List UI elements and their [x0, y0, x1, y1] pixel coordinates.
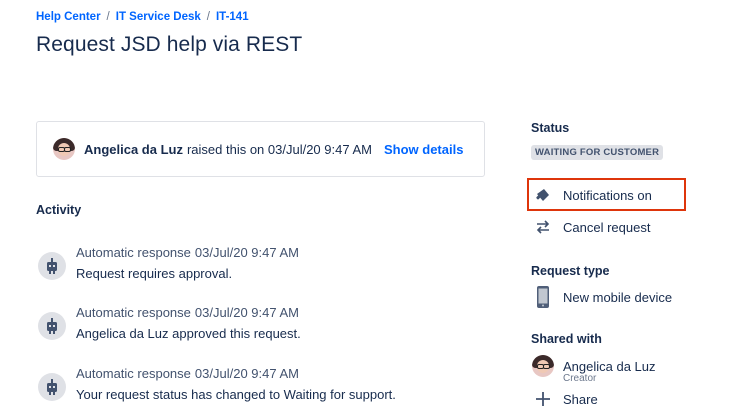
activity-text: Your request status has changed to Waiti…	[76, 387, 396, 402]
activity-time: 03/Jul/20 9:47 AM	[194, 245, 299, 260]
mobile-phone-icon	[533, 285, 553, 309]
activity-time: 03/Jul/20 9:47 AM	[194, 366, 299, 381]
activity-text: Request requires approval.	[76, 266, 233, 281]
activity-item: Automatic response 03/Jul/20 9:47 AM Requ…	[36, 245, 476, 289]
cancel-request-label: Cancel request	[563, 219, 651, 235]
plus-icon	[533, 391, 553, 407]
raised-info: Angelica da Luz raised this on 03/Jul/20…	[84, 142, 372, 157]
status-badge: WAITING FOR CUSTOMER	[531, 145, 664, 160]
activity-author: Automatic response	[76, 245, 191, 260]
robot-icon	[38, 312, 66, 340]
status-heading: Status	[531, 121, 570, 135]
request-summary-box: Angelica da Luz raised this on 03/Jul/20…	[36, 121, 485, 177]
shared-user-role: Creator	[563, 373, 597, 384]
breadcrumb-it-service-desk[interactable]: IT Service Desk	[116, 11, 201, 23]
cancel-request-button[interactable]: Cancel request	[533, 219, 650, 235]
raised-text: raised this on 03/Jul/20 9:47 AM	[186, 141, 372, 157]
robot-icon	[38, 252, 66, 280]
breadcrumb-separator: /	[206, 11, 210, 23]
megaphone-icon	[533, 187, 553, 203]
breadcrumb: Help Center / IT Service Desk / IT-141	[36, 11, 249, 23]
activity-time: 03/Jul/20 9:47 AM	[194, 305, 299, 320]
swap-arrows-icon	[533, 219, 553, 235]
breadcrumb-separator: /	[106, 11, 110, 23]
avatar	[53, 138, 75, 160]
activity-item: Automatic response 03/Jul/20 9:47 AM Ange…	[36, 305, 476, 349]
show-details-link[interactable]: Show details	[384, 142, 463, 157]
activity-author: Automatic response	[76, 366, 191, 381]
reporter-name: Angelica da Luz	[84, 141, 183, 157]
activity-item: Automatic response 03/Jul/20 9:47 AM Your…	[36, 366, 476, 410]
request-type-heading: Request type	[531, 264, 610, 278]
activity-author: Automatic response	[76, 305, 191, 320]
breadcrumb-help-center[interactable]: Help Center	[36, 11, 101, 23]
request-type-value: New mobile device	[533, 285, 672, 309]
page-title: Request JSD help via REST	[36, 33, 303, 56]
shared-with-heading: Shared with	[531, 332, 602, 346]
notifications-label: Notifications on	[563, 187, 652, 203]
shared-user-name: Angelica da Luz	[563, 358, 656, 374]
share-label: Share	[563, 391, 598, 407]
request-type-label: New mobile device	[563, 289, 673, 305]
breadcrumb-issue-key[interactable]: IT-141	[216, 11, 249, 23]
robot-icon	[38, 373, 66, 401]
activity-text: Angelica da Luz approved this request.	[76, 326, 301, 341]
share-button[interactable]: Share	[533, 391, 598, 407]
notifications-button[interactable]: Notifications on	[533, 187, 652, 203]
avatar	[532, 355, 554, 377]
activity-heading: Activity	[36, 203, 82, 217]
